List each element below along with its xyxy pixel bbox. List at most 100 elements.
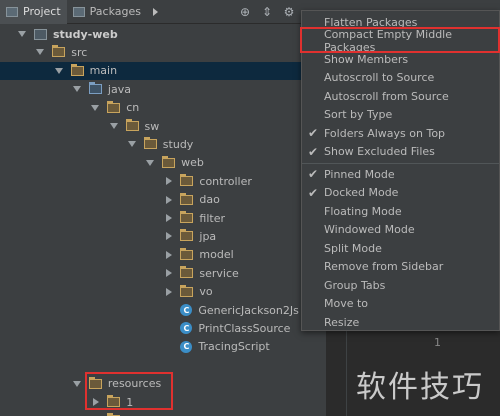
tree-item-cn[interactable]: cn — [0, 99, 330, 117]
expand-arrow-icon[interactable] — [54, 67, 63, 74]
highlight-box-menu-item — [300, 27, 500, 53]
collapse-arrow-icon[interactable] — [166, 250, 173, 259]
menu-item-label: Group Tabs — [324, 278, 386, 292]
tree-item-service[interactable]: service — [0, 264, 330, 282]
menu-item-autoscroll-to-source[interactable]: Autoscroll to Source — [302, 69, 499, 87]
expand-arrow-icon[interactable] — [109, 123, 118, 129]
folder-icon — [180, 247, 194, 260]
checkmark-icon: ✔ — [308, 144, 319, 159]
menu-item-label: Show Excluded Files — [324, 145, 435, 158]
menu-item-split-mode[interactable]: Split Mode — [302, 239, 499, 257]
tab-project[interactable]: Project — [0, 0, 67, 24]
tree-item-printclasssource[interactable]: C PrintClassSource — [0, 319, 330, 337]
project-tree: study-web src main java cn sw study web controll… — [0, 24, 330, 416]
tree-item-label: study-web — [53, 27, 118, 41]
menu-item-label: Remove from Sidebar — [324, 260, 444, 273]
folder-icon — [180, 266, 194, 279]
collapse-icon[interactable]: ⇕ — [260, 5, 274, 19]
menu-item-show-excluded-files[interactable]: ✔ Show Excluded Files — [302, 143, 499, 161]
collapse-arrow-icon[interactable] — [166, 195, 173, 204]
collapse-arrow-icon[interactable] — [166, 232, 173, 241]
tree-item-controller[interactable]: controller — [0, 172, 330, 190]
tree-item-java[interactable]: java — [0, 80, 330, 98]
expand-arrow-icon[interactable] — [127, 141, 136, 148]
menu-item-floating-mode[interactable]: Floating Mode — [302, 202, 499, 220]
tree-item-model[interactable]: model — [0, 246, 330, 264]
menu-item-pinned-mode[interactable]: ✔ Pinned Mode — [302, 165, 499, 183]
tree-item-src[interactable]: src — [0, 43, 330, 61]
tree-item-label: controller — [199, 174, 252, 188]
menu-item-docked-mode[interactable]: ✔ Docked Mode — [302, 184, 499, 202]
java-class-icon: C — [180, 304, 193, 316]
tab-project-label: Project — [23, 5, 61, 18]
folder-icon — [180, 174, 194, 187]
tree-item-study-web[interactable]: study-web — [0, 25, 330, 43]
folder-icon — [52, 45, 66, 58]
menu-item-autoscroll-from-source[interactable]: Autoscroll from Source — [302, 87, 499, 105]
folder-icon — [70, 63, 84, 76]
collapse-arrow-icon[interactable] — [166, 177, 173, 186]
folder-icon — [125, 119, 139, 131]
tab-packages[interactable]: Packages — [67, 0, 147, 24]
expand-arrow-icon[interactable] — [146, 159, 155, 166]
project-icon — [6, 6, 18, 17]
menu-item-windowed-mode[interactable]: Windowed Mode — [302, 221, 499, 239]
folder-icon — [180, 211, 194, 223]
menu-item-label: Sort by Type — [324, 108, 393, 121]
tree-item-vo[interactable]: vo — [0, 283, 330, 301]
expand-arrow-icon[interactable] — [36, 49, 45, 56]
menu-item-label: Split Mode — [324, 241, 382, 255]
menu-item-resize[interactable]: Resize — [302, 313, 499, 331]
tree-item-label: model — [199, 248, 234, 262]
tree-item-label: web — [181, 156, 204, 170]
menu-separator — [302, 163, 499, 164]
java-class-icon: C — [180, 340, 193, 353]
settings-icon[interactable]: ⚙ — [282, 5, 296, 19]
checkmark-icon: ✔ — [308, 167, 319, 181]
folder-icon — [180, 192, 194, 205]
tree-item-dao[interactable]: dao — [0, 191, 330, 209]
tree-item-main[interactable]: main — [0, 61, 330, 80]
tab-packages-label: Packages — [89, 5, 141, 18]
expand-arrow-icon[interactable] — [72, 380, 81, 387]
tree-item-label: service — [199, 266, 239, 280]
menu-item-sort-by-type[interactable]: Sort by Type — [302, 106, 499, 124]
collapse-arrow-icon[interactable] — [166, 269, 173, 278]
menu-item-label: Autoscroll to Source — [324, 71, 435, 84]
highlight-box-resource-folders — [85, 372, 173, 410]
tree-item-label: PrintClassSource — [198, 321, 291, 335]
collapse-arrow-icon[interactable] — [166, 287, 173, 296]
menu-item-group-tabs[interactable]: Group Tabs — [302, 276, 499, 294]
expand-arrow-icon[interactable] — [72, 86, 81, 93]
tree-item-filter[interactable]: filter — [0, 209, 330, 227]
context-menu: Flatten Packages Compact Empty Middle Pac… — [301, 10, 500, 331]
tree-item-label: study — [162, 137, 194, 151]
folder-icon — [162, 155, 176, 168]
more-tabs-icon[interactable] — [152, 7, 158, 16]
tree-item-sw[interactable]: sw — [0, 117, 330, 135]
menu-item-remove-from-sidebar[interactable]: Remove from Sidebar — [302, 258, 499, 276]
tree-item-label: filter — [199, 211, 225, 225]
tree-item-study[interactable]: study — [0, 135, 330, 153]
tree-item-genericjackson2js[interactable]: C GenericJackson2Js — [0, 301, 330, 319]
tree-item-label: GenericJackson2Js — [198, 303, 299, 317]
tree-item-web[interactable]: web — [0, 154, 330, 172]
tree-item-label: dao — [199, 193, 220, 207]
java-class-icon: C — [180, 322, 193, 335]
tree-item-jpa[interactable]: jpa — [0, 227, 330, 245]
checkmark-icon: ✔ — [308, 126, 319, 140]
tree-item-label: cn — [126, 101, 140, 115]
menu-item-label: Move to — [324, 297, 369, 310]
collapse-arrow-icon[interactable] — [166, 214, 173, 222]
expand-arrow-icon[interactable] — [91, 104, 100, 111]
tree-item-tracingscript[interactable]: C TracingScript — [0, 338, 330, 356]
tree-item-1-2-3[interactable]: 1.2.3 — [0, 411, 330, 416]
tree-item-label: java — [107, 82, 131, 96]
crosshair-icon[interactable]: ⊕ — [238, 5, 252, 19]
expand-arrow-icon[interactable] — [18, 31, 26, 37]
menu-item-move-to[interactable]: Move to — [302, 295, 499, 313]
menu-item-folders-always-on-top[interactable]: ✔ Folders Always on Top — [302, 124, 499, 142]
menu-item-label: Windowed Mode — [324, 223, 415, 236]
